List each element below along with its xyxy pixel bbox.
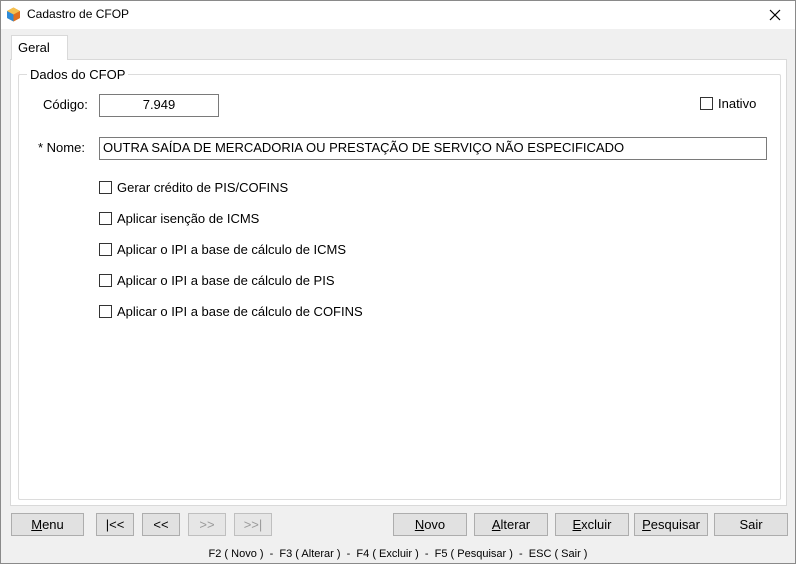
inativo-label: Inativo xyxy=(718,96,757,111)
novo-button-mnemonic: N xyxy=(414,517,425,532)
nome-label: * Nome: xyxy=(38,140,85,155)
aplicar-ipi-base-cofins-checkbox[interactable]: Aplicar o IPI a base de cálculo de COFIN… xyxy=(99,304,363,319)
aplicar-ipi-base-icms-checkbox[interactable]: Aplicar o IPI a base de cálculo de ICMS xyxy=(99,242,346,257)
close-icon xyxy=(769,9,781,21)
inativo-checkbox-box[interactable] xyxy=(700,97,713,110)
checkbox-box[interactable] xyxy=(99,243,112,256)
checkbox-label: Gerar crédito de PIS/COFINS xyxy=(117,180,289,195)
novo-button[interactable]: Novo xyxy=(393,513,467,536)
codigo-field[interactable]: 7.949 xyxy=(99,94,219,117)
novo-button-label: ovo xyxy=(424,517,446,532)
close-button[interactable] xyxy=(755,1,795,29)
alterar-button-mnemonic: A xyxy=(491,517,501,532)
pesquisar-button-label: esquisar xyxy=(650,517,700,532)
menu-button-label: enu xyxy=(42,517,64,532)
aplicar-ipi-base-pis-checkbox[interactable]: Aplicar o IPI a base de cálculo de PIS xyxy=(99,273,335,288)
alterar-button[interactable]: Alterar xyxy=(474,513,548,536)
title-bar: Cadastro de CFOP xyxy=(1,1,795,29)
window-title: Cadastro de CFOP xyxy=(27,7,130,21)
last-record-button[interactable]: >>| xyxy=(234,513,272,536)
checkbox-label: Aplicar o IPI a base de cálculo de ICMS xyxy=(117,242,347,257)
sair-button[interactable]: Sair xyxy=(714,513,788,536)
app-logo-icon xyxy=(7,7,20,22)
pesquisar-button[interactable]: Pesquisar xyxy=(634,513,708,536)
pesquisar-button-mnemonic: P xyxy=(642,517,651,532)
checkbox-box[interactable] xyxy=(99,305,112,318)
menu-button-mnemonic: M xyxy=(31,517,43,532)
checkbox-box[interactable] xyxy=(99,181,112,194)
tab-geral-label: Geral xyxy=(18,40,50,55)
excluir-button[interactable]: Excluir xyxy=(555,513,629,536)
dados-cfop-group: Dados do CFOP Código: 7.949 Inativo * No… xyxy=(18,67,781,500)
checkbox-box[interactable] xyxy=(99,212,112,225)
excluir-button-label: xcluir xyxy=(581,517,612,532)
shortcut-text: F2 ( Novo ) - F3 ( Alterar ) - F4 ( Excl… xyxy=(208,548,588,560)
checkbox-label: Aplicar o IPI a base de cálculo de COFIN… xyxy=(117,304,363,319)
aplicar-isencao-icms-checkbox[interactable]: Aplicar isenção de ICMS xyxy=(99,211,259,226)
checkbox-label: Aplicar isenção de ICMS xyxy=(117,211,260,226)
codigo-label: Código: xyxy=(43,97,88,112)
shortcut-status-bar: F2 ( Novo ) - F3 ( Alterar ) - F4 ( Excl… xyxy=(1,544,795,564)
tab-panel-geral: Dados do CFOP Código: 7.949 Inativo * No… xyxy=(10,59,787,506)
gerar-credito-pis-cofins-checkbox[interactable]: Gerar crédito de PIS/COFINS xyxy=(99,180,288,195)
excluir-button-mnemonic: E xyxy=(572,517,582,532)
nome-field[interactable]: OUTRA SAÍDA DE MERCADORIA OU PRESTAÇÃO D… xyxy=(99,137,767,160)
checkbox-label: Aplicar o IPI a base de cálculo de PIS xyxy=(117,273,335,288)
group-title: Dados do CFOP xyxy=(27,67,129,82)
menu-button[interactable]: Menu xyxy=(11,513,84,536)
first-record-button[interactable]: |<< xyxy=(96,513,134,536)
checkbox-box[interactable] xyxy=(99,274,112,287)
inativo-checkbox[interactable]: Inativo xyxy=(700,96,756,111)
tab-geral[interactable]: Geral xyxy=(11,35,68,60)
next-record-button[interactable]: >> xyxy=(188,513,226,536)
alterar-button-label: lterar xyxy=(500,517,531,532)
cfop-window: Cadastro de CFOP Geral Dados do CFOP Cód… xyxy=(0,0,796,564)
prev-record-button[interactable]: << xyxy=(142,513,180,536)
